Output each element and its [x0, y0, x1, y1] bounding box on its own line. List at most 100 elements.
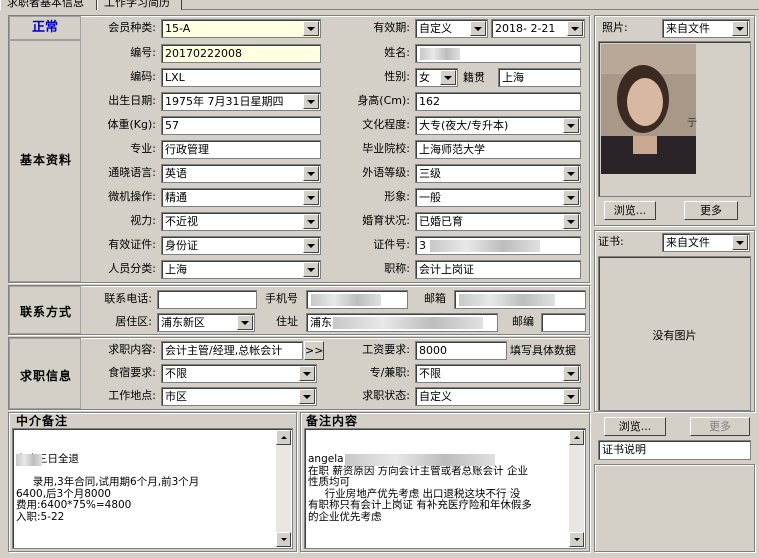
validity-select[interactable]: 自定义 — [415, 19, 488, 38]
category-select[interactable]: 上海 — [161, 260, 321, 279]
board-select[interactable]: 不限 — [161, 364, 317, 383]
title-input[interactable]: 会计上岗证 — [415, 260, 581, 279]
birth-label: 出生日期: — [108, 94, 156, 107]
remarks-scrollbar[interactable] — [569, 430, 584, 547]
phone-input[interactable] — [157, 290, 257, 309]
redacted-notes — [16, 454, 42, 466]
scroll-down-icon[interactable] — [276, 532, 291, 547]
school-input[interactable]: 上海师范大学 — [415, 140, 581, 159]
major-input[interactable]: 行政管理 — [161, 140, 321, 159]
job-want-expand-button[interactable]: >> — [304, 341, 324, 360]
job-state-select[interactable]: 自定义 — [415, 387, 581, 406]
cert-label: 证书: — [598, 235, 624, 248]
id-type-select[interactable]: 身份证 — [161, 236, 321, 255]
photo-more-button[interactable]: 更多 — [684, 201, 738, 220]
code-input[interactable]: LXL — [161, 68, 321, 87]
address-input[interactable]: 浦东 — [306, 313, 498, 332]
contact-section-cell: 联系方式 — [9, 286, 81, 334]
number-input[interactable]: 20170222008 — [161, 44, 321, 63]
redacted-address — [333, 317, 483, 329]
location-select[interactable]: 市区 — [161, 387, 317, 406]
phone-label: 联系电话: — [104, 292, 152, 305]
remarks-title: 备注内容 — [306, 414, 359, 428]
agent-notes-text: 上班三日全退 录用,3年合同,试用期6个月,前3个月 6400,后3个月8000… — [16, 453, 200, 523]
salary-input[interactable]: 8000 — [415, 341, 507, 360]
marital-select[interactable]: 已婚已育 — [415, 212, 581, 231]
salary-label: 工资要求: — [362, 343, 410, 356]
cert-no-image-text: 没有图片 — [652, 329, 697, 342]
mobile-input[interactable] — [306, 290, 408, 309]
validity-label: 有效期: — [373, 21, 410, 34]
education-label: 文化程度: — [362, 118, 410, 131]
height-label: 身高(Cm): — [357, 94, 410, 107]
appearance-select[interactable]: 一般 — [415, 188, 581, 207]
vision-label: 视力: — [130, 214, 156, 227]
redacted-email — [459, 294, 555, 306]
job-state-label: 求职状态: — [362, 389, 410, 402]
lang-level-label: 外语等级: — [362, 166, 410, 179]
native-place-input[interactable]: 上海 — [498, 68, 581, 87]
redacted-remarks — [345, 454, 495, 466]
email-input[interactable] — [454, 290, 586, 309]
computer-label: 微机操作: — [108, 190, 156, 203]
tab-basic-info[interactable]: 求职者基本信息 — [0, 0, 97, 10]
cert-extra-panel — [594, 464, 755, 552]
scroll-up-icon[interactable] — [569, 430, 584, 445]
code-label: 编码: — [130, 70, 156, 83]
salary-hint: 填写具体数据 — [510, 344, 576, 357]
zip-input[interactable] — [541, 313, 586, 332]
job-section-title: 求职信息 — [19, 369, 72, 383]
cert-browse-button[interactable]: 浏览... — [604, 417, 666, 436]
lang-level-select[interactable]: 三级 — [415, 164, 581, 183]
photo-frame: 亍 — [598, 41, 751, 197]
id-no-label: 证件号: — [373, 238, 410, 251]
remarks-textarea[interactable]: angela 在职 薪资原因 方向会计主管或者总账会计 企业 性质均可 行业房地… — [304, 428, 586, 549]
validity-date-picker[interactable]: 2018- 2-21 — [491, 19, 585, 38]
parttime-label: 专/兼职: — [369, 366, 410, 379]
scroll-down-icon[interactable] — [569, 532, 584, 547]
mobile-label: 手机号 — [265, 292, 298, 305]
gender-select[interactable]: 女 — [415, 68, 458, 87]
photo-browse-button[interactable]: 浏览... — [604, 201, 656, 220]
location-label: 工作地点: — [108, 389, 156, 402]
photo-source-select[interactable]: 来自文件 — [662, 19, 750, 38]
tab-work-history[interactable]: 工作学习简历 — [97, 0, 182, 10]
district-select[interactable]: 浦东新区 — [157, 313, 255, 332]
height-input[interactable]: 162 — [415, 92, 581, 111]
weight-label: 体重(Kg): — [107, 118, 157, 131]
language-select[interactable]: 英语 — [161, 164, 321, 183]
education-select[interactable]: 大专(夜大/专升本) — [415, 116, 581, 135]
birth-date-picker[interactable]: 1975年 7月31日星期四 — [161, 92, 321, 111]
category-label: 人员分类: — [108, 262, 156, 275]
language-label: 通晓语言: — [108, 166, 156, 179]
redacted-id — [430, 240, 540, 252]
id-type-label: 有效证件: — [108, 238, 156, 251]
cert-description-input[interactable]: 证书说明 — [598, 440, 751, 460]
photo-label: 照片: — [602, 21, 628, 34]
member-type-select[interactable]: 15-A — [161, 19, 321, 38]
cert-image-frame: 没有图片 — [598, 256, 751, 411]
board-label: 食宿要求: — [108, 366, 156, 379]
status-label: 正常 — [9, 16, 81, 40]
parttime-select[interactable]: 不限 — [415, 364, 581, 383]
computer-select[interactable]: 精通 — [161, 188, 321, 207]
school-label: 毕业院校: — [362, 142, 410, 155]
cert-source-select[interactable]: 来自文件 — [662, 233, 750, 252]
vision-select[interactable]: 不近视 — [161, 212, 321, 231]
redacted-name — [420, 48, 460, 60]
job-want-label: 求职内容: — [108, 343, 156, 356]
weight-input[interactable]: 57 — [161, 116, 321, 135]
person-photo — [601, 44, 696, 174]
job-want-input[interactable]: 会计主管/经理,总帐会计 — [161, 341, 303, 360]
scroll-up-icon[interactable] — [276, 430, 291, 445]
name-input[interactable] — [415, 44, 581, 63]
cert-more-button[interactable]: 更多 — [690, 417, 750, 436]
agent-notes-textarea[interactable]: 上班三日全退 录用,3年合同,试用期6个月,前3个月 6400,后3个月8000… — [12, 428, 293, 549]
number-label: 编号: — [130, 46, 156, 59]
address-label: 住址 — [276, 315, 298, 328]
redacted-mobile — [311, 294, 381, 306]
id-no-input[interactable]: 3 — [415, 236, 581, 255]
contact-section-title: 联系方式 — [19, 305, 72, 319]
agent-notes-scrollbar[interactable] — [276, 430, 291, 547]
photo-edge-glyph: 亍 — [687, 118, 697, 129]
